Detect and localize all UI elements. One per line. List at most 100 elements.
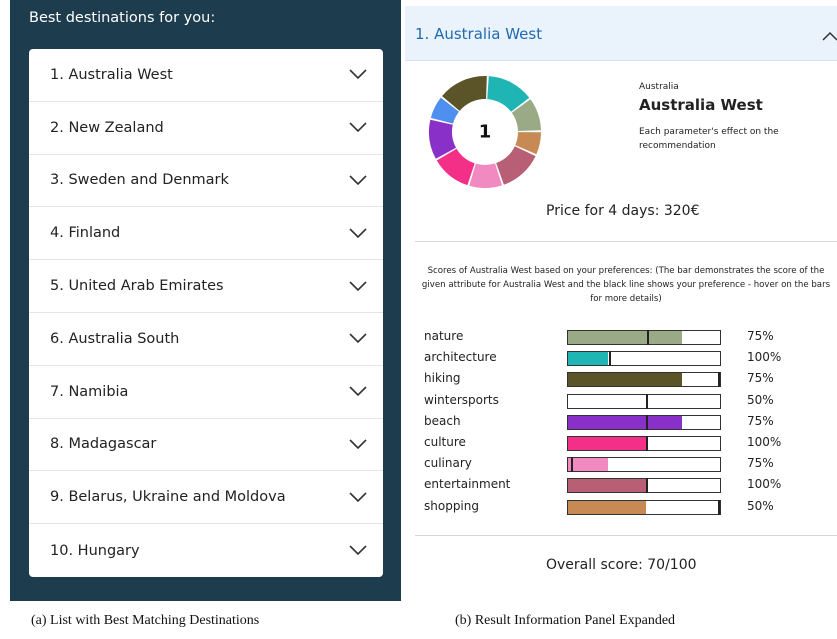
- donut-segment[interactable]: [496, 146, 536, 185]
- attribute-row: culture 100%: [401, 433, 837, 454]
- destination-label: 7. Namibia: [50, 383, 129, 400]
- destinations-panel: Best destinations for you: 1. Australia …: [10, 0, 401, 601]
- attribute-name: wintersports: [424, 392, 499, 407]
- attribute-name: architecture: [424, 350, 497, 365]
- attribute-score-bar[interactable]: [567, 499, 721, 515]
- result-info-panel: 1. Australia West 1 Australia Australia …: [401, 0, 837, 601]
- attribute-percent: 100%: [747, 350, 782, 365]
- divider: [415, 241, 837, 242]
- divider: [415, 535, 837, 536]
- destination-item-10[interactable]: 10. Hungary: [29, 524, 383, 577]
- destination-label: 3. Sweden and Denmark: [50, 172, 229, 189]
- attribute-percent: 50%: [747, 392, 774, 407]
- destination-label: 6. Australia South: [50, 330, 180, 347]
- destination-item-4[interactable]: 4. Finland: [29, 207, 383, 261]
- parameter-effect-donut[interactable]: 1: [425, 72, 545, 192]
- attribute-row: culinary 75%: [401, 454, 837, 475]
- chevron-down-icon: [349, 492, 367, 502]
- attribute-name: hiking: [424, 371, 461, 386]
- attribute-name: entertainment: [424, 477, 511, 492]
- attribute-percent: 75%: [747, 371, 774, 386]
- attribute-score-bar[interactable]: [567, 372, 721, 388]
- chevron-down-icon: [349, 69, 367, 80]
- preference-marker: [647, 330, 650, 345]
- destination-label: 9. Belarus, Ukraine and Moldova: [50, 489, 286, 506]
- effect-caption: Each parameter's effect on the recommend…: [639, 127, 779, 151]
- attribute-row: architecture 100%: [401, 348, 837, 369]
- score-fill: [568, 373, 682, 387]
- attribute-percent: 75%: [747, 456, 774, 471]
- attribute-name: nature: [424, 329, 464, 343]
- caption-a: (a) List with Best Matching Destinations: [31, 613, 260, 628]
- destinations-title: Best destinations for you:: [29, 10, 216, 26]
- preference-marker: [609, 351, 612, 367]
- score-fill: [568, 331, 682, 344]
- attribute-row: shopping 50%: [401, 497, 837, 518]
- donut-segment[interactable]: [469, 163, 503, 188]
- attribute-name: beach: [424, 413, 461, 428]
- rank-number: 1: [479, 122, 492, 143]
- destination-label: 10. Hungary: [50, 542, 140, 559]
- chevron-down-icon: [349, 386, 367, 397]
- attribute-name: culinary: [424, 456, 472, 471]
- chevron-down-icon: [349, 175, 367, 186]
- destination-name: Australia West: [639, 96, 763, 114]
- preference-marker: [645, 393, 648, 409]
- destination-label: 1. Australia West: [50, 66, 173, 83]
- chevron-down-icon: [349, 228, 367, 238]
- preference-marker: [645, 478, 648, 494]
- chevron-down-icon: [349, 333, 367, 344]
- preference-marker: [645, 436, 648, 451]
- destination-item-7[interactable]: 7. Namibia: [29, 366, 383, 419]
- destination-list: 1. Australia West 2. New Zealand 3. Swed…: [29, 49, 383, 577]
- chevron-down-icon: [349, 545, 367, 556]
- caption-b: (b) Result Information Panel Expanded: [455, 613, 676, 628]
- price-text: Price for 4 days: 320€: [546, 203, 700, 219]
- attribute-percent: 100%: [747, 435, 782, 449]
- score-fill: [568, 437, 646, 450]
- scores-description: Scores of Australia West based on your p…: [421, 266, 831, 304]
- attribute-score-bar[interactable]: [567, 393, 721, 409]
- destination-item-5[interactable]: 5. United Arab Emirates: [29, 260, 383, 313]
- country-label: Australia: [639, 82, 679, 92]
- attribute-score-bar[interactable]: [567, 436, 721, 451]
- preference-marker: [571, 457, 574, 473]
- attribute-row: entertainment 100%: [401, 475, 837, 496]
- chevron-down-icon: [349, 122, 367, 133]
- attribute-row: hiking 75%: [401, 369, 837, 390]
- attribute-percent: 50%: [747, 498, 774, 513]
- destination-label: 8. Madagascar: [50, 436, 157, 453]
- preference-marker: [718, 499, 720, 515]
- attribute-score-bar[interactable]: [567, 478, 721, 494]
- destination-label: 2. New Zealand: [50, 119, 164, 136]
- accordion-title: 1. Australia West: [415, 25, 543, 43]
- score-fill: [568, 352, 608, 366]
- destination-item-3[interactable]: 3. Sweden and Denmark: [29, 155, 383, 208]
- attribute-score-bar[interactable]: [567, 330, 721, 345]
- destination-label: 4. Finland: [50, 225, 121, 242]
- attribute-percent: 75%: [747, 413, 774, 428]
- attribute-score-bar[interactable]: [567, 414, 721, 430]
- attribute-score-bar[interactable]: [567, 351, 721, 367]
- destination-item-1[interactable]: 1. Australia West: [29, 49, 383, 102]
- destination-item-9[interactable]: 9. Belarus, Ukraine and Moldova: [29, 471, 383, 525]
- attribute-row: beach 75%: [401, 412, 837, 433]
- chevron-up-icon[interactable]: [822, 31, 837, 41]
- chevron-down-icon: [349, 281, 367, 291]
- score-fill: [568, 479, 646, 493]
- destination-item-6[interactable]: 6. Australia South: [29, 313, 383, 366]
- accordion-header[interactable]: 1. Australia West: [405, 6, 837, 61]
- attribute-score-bar[interactable]: [567, 457, 721, 473]
- destination-label: 5. United Arab Emirates: [50, 278, 224, 295]
- attribute-percent: 75%: [747, 329, 774, 343]
- overall-score: Overall score: 70/100: [546, 557, 697, 573]
- attribute-row: nature 75%: [401, 327, 837, 348]
- attribute-name: culture: [424, 435, 466, 449]
- attribute-row: wintersports 50%: [401, 391, 837, 412]
- score-fill: [568, 415, 682, 429]
- destination-item-8[interactable]: 8. Madagascar: [29, 419, 383, 472]
- attribute-percent: 100%: [747, 477, 782, 492]
- attribute-name: shopping: [424, 498, 479, 513]
- preference-marker: [645, 414, 648, 430]
- destination-item-2[interactable]: 2. New Zealand: [29, 102, 383, 155]
